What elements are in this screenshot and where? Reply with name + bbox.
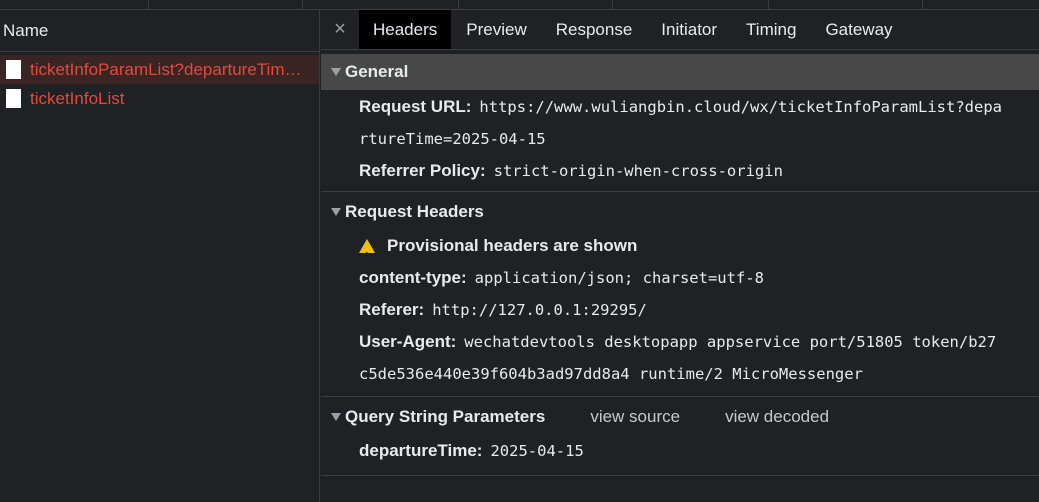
user-agent-key: User-Agent: [359, 332, 457, 351]
request-url-row-cont: rtureTime=2025-04-15 [321, 123, 1039, 155]
name-column-label: Name [3, 20, 49, 40]
user-agent-row-cont: c5de536e440e39f604b3ad97dd8a4 runtime/2 … [321, 358, 1039, 390]
content-type-value: application/json; charset=utf-8 [474, 269, 764, 287]
request-url-value: https://www.wuliangbin.cloud/wx/ticketIn… [479, 98, 1002, 116]
provisional-warning-row: Provisional headers are shown [321, 230, 1039, 273]
tab-gateway[interactable]: Gateway [811, 10, 906, 49]
content-type-row: content-type: application/json; charset=u… [321, 262, 1039, 294]
content-type-key: content-type: [359, 268, 467, 287]
request-row-ticketInfoList[interactable]: ticketInfoList [0, 84, 319, 113]
request-list-pane: Name ticketInfoParamList?departureTim… t… [0, 10, 320, 502]
request-url-row: Request URL: https://www.wuliangbin.cloud… [321, 91, 1039, 123]
devtools-network-panel: Name ticketInfoParamList?departureTim… t… [0, 0, 1039, 502]
name-column-header[interactable]: Name [0, 10, 319, 52]
top-toolbar-strip [0, 0, 1039, 10]
request-row-ticketInfoParamList[interactable]: ticketInfoParamList?departureTim… [0, 55, 319, 84]
referrer-policy-row: Referrer Policy: strict-origin-when-cross… [321, 155, 1039, 187]
referrer-policy-key: Referrer Policy: [359, 161, 486, 180]
document-icon [6, 89, 21, 108]
query-params-section: Query String Parameters view source view… [321, 399, 1039, 476]
referrer-policy-value: strict-origin-when-cross-origin [493, 162, 783, 180]
caret-down-icon [331, 413, 341, 421]
referer-row: Referer: http://127.0.0.1:29295/ [321, 294, 1039, 326]
tab-preview[interactable]: Preview [452, 10, 540, 49]
request-url-value-cont: rtureTime=2025-04-15 [359, 130, 546, 148]
tab-response[interactable]: Response [542, 10, 647, 49]
departure-time-row: departureTime: 2025-04-15 [321, 435, 1039, 467]
caret-down-icon [331, 68, 341, 76]
tab-initiator[interactable]: Initiator [647, 10, 731, 49]
request-name: ticketInfoParamList?departureTim… [30, 59, 302, 79]
tab-headers[interactable]: Headers [359, 10, 452, 49]
warning-icon [359, 239, 375, 273]
general-section: General Request URL: https://www.wuliangb… [321, 54, 1039, 192]
request-url-key: Request URL: [359, 97, 472, 116]
query-params-title: Query String Parameters [345, 407, 546, 426]
user-agent-row: User-Agent: wechatdevtools desktopapp app… [321, 326, 1039, 358]
details-tabbar: × Headers Preview Response Initiator Tim… [321, 10, 1039, 50]
document-icon [6, 60, 21, 79]
referer-key: Referer: [359, 300, 425, 319]
referer-value: http://127.0.0.1:29295/ [432, 301, 647, 319]
general-section-header[interactable]: General [321, 54, 1039, 90]
view-source-link[interactable]: view source [590, 407, 680, 427]
request-headers-section: Request Headers Provisional headers are … [321, 194, 1039, 397]
view-decoded-link[interactable]: view decoded [725, 407, 829, 427]
request-details-pane: × Headers Preview Response Initiator Tim… [321, 10, 1039, 502]
user-agent-value-cont: c5de536e440e39f604b3ad97dd8a4 runtime/2 … [359, 365, 863, 383]
caret-down-icon [331, 208, 341, 216]
request-headers-title: Request Headers [345, 202, 484, 221]
query-params-header[interactable]: Query String Parameters view source view… [321, 399, 1039, 435]
general-title: General [345, 62, 409, 81]
request-name: ticketInfoList [30, 88, 125, 108]
provisional-warning-text: Provisional headers are shown [387, 236, 638, 255]
close-icon[interactable]: × [321, 10, 359, 49]
tab-timing[interactable]: Timing [732, 10, 810, 49]
request-headers-header[interactable]: Request Headers [321, 194, 1039, 230]
departure-time-key: departureTime: [359, 441, 483, 460]
departure-time-value: 2025-04-15 [490, 442, 584, 460]
user-agent-value: wechatdevtools desktopapp appservice por… [464, 333, 997, 351]
